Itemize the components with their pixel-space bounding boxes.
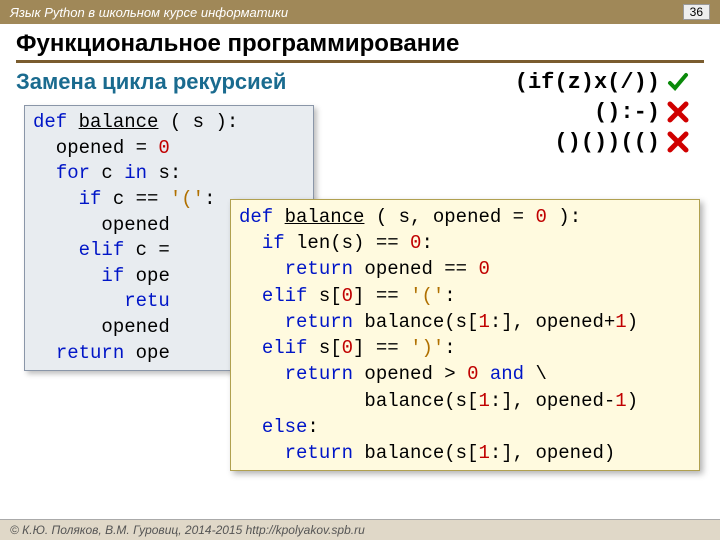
title-underline: [16, 60, 704, 63]
example-2: ():-): [594, 100, 660, 125]
page-number: 36: [683, 4, 710, 20]
page-title: Функциональное программирование: [0, 24, 720, 60]
cross-icon: [666, 100, 690, 124]
code-block-recursive: def balance ( s, opened = 0 ): if len(s)…: [230, 199, 700, 471]
examples-block: (if(z)x(/)) ():-) ()())((): [515, 67, 690, 157]
cross-icon: [666, 130, 690, 154]
example-1: (if(z)x(/)): [515, 70, 660, 95]
example-3: ()())((): [554, 130, 660, 155]
content-area: (if(z)x(/)) ():-) ()())(() def balance (…: [0, 99, 720, 529]
footer: © К.Ю. Поляков, В.М. Гуровиц, 2014-2015 …: [0, 519, 720, 540]
header-bar: Язык Python в школьном курсе информатики…: [0, 0, 720, 24]
course-label: Язык Python в школьном курсе информатики: [10, 5, 288, 20]
check-icon: [666, 70, 690, 94]
